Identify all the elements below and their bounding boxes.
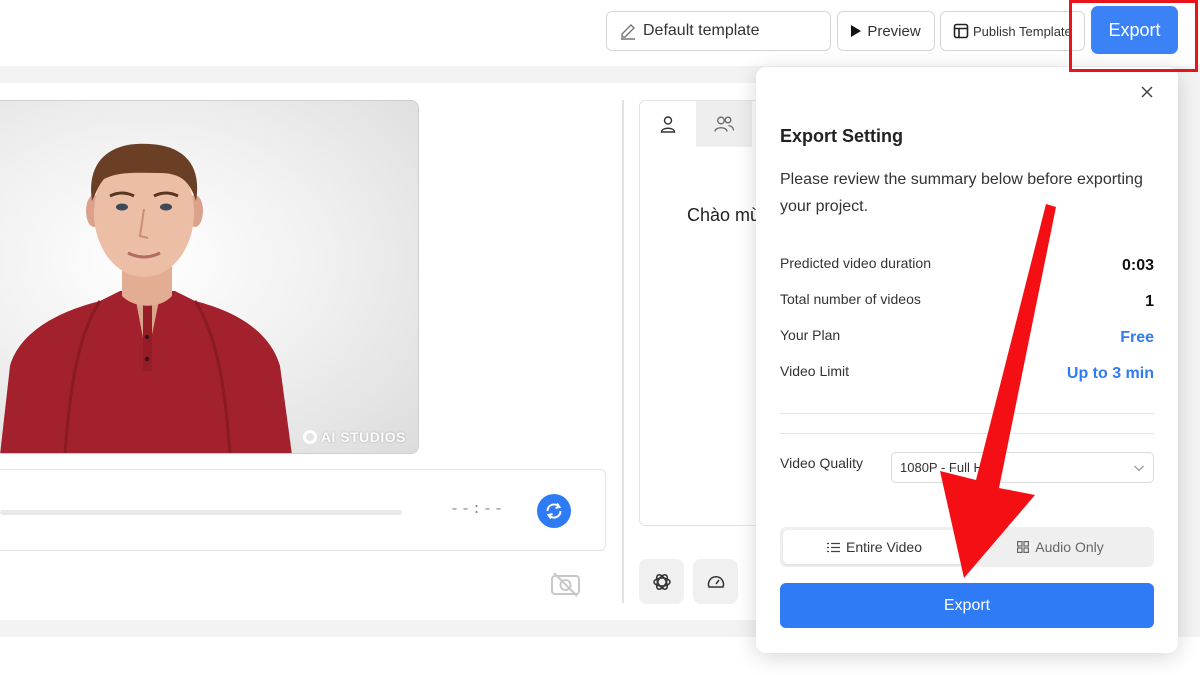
- divider: [780, 433, 1154, 434]
- pencil-icon: [621, 24, 635, 40]
- preview-label: Preview: [867, 22, 921, 40]
- divider: [780, 413, 1154, 414]
- speedometer-icon: [707, 575, 724, 588]
- openai-icon: [652, 573, 671, 590]
- export-confirm-label: Export: [943, 596, 991, 614]
- summary-label: Video Limit: [780, 363, 850, 379]
- export-top-label: Export: [1108, 19, 1161, 40]
- watermark-text: AI STUDIOS: [320, 429, 406, 445]
- video-quality-label: Video Quality: [780, 455, 864, 471]
- summary-row-duration: Predicted video duration 0:03: [780, 255, 1154, 281]
- publish-template-button[interactable]: Publish Template: [940, 11, 1085, 51]
- ai-studios-watermark: AI STUDIOS: [302, 429, 406, 445]
- modal-title: Export Setting: [780, 126, 904, 146]
- option-audio-only[interactable]: Audio Only: [969, 530, 1152, 564]
- studio-logo-icon: [302, 430, 317, 444]
- script-panel: Chào mừ: [639, 100, 769, 526]
- tab-single-avatar[interactable]: [640, 101, 696, 147]
- list-icon: [826, 542, 840, 552]
- video-limit-link[interactable]: Up to 3 min: [1067, 365, 1154, 383]
- summary-label: Predicted video duration: [780, 255, 931, 271]
- option-entire-video[interactable]: Entire Video: [783, 530, 966, 564]
- export-confirm-button[interactable]: Export: [780, 583, 1154, 628]
- export-scope-toggle: Entire Video Audio Only: [780, 527, 1154, 567]
- layout-icon: [953, 23, 969, 39]
- refresh-button[interactable]: [537, 494, 571, 528]
- grid-icon: [1017, 541, 1030, 553]
- video-quality-select[interactable]: 1080P - Full HD: [891, 452, 1154, 483]
- close-button[interactable]: [1138, 83, 1156, 101]
- panel-divider: [622, 100, 624, 603]
- summary-row-video-count: Total number of videos 1: [780, 291, 1154, 317]
- summary-value: 0:03: [1121, 257, 1154, 274]
- playback-timeline: --:--: [0, 469, 606, 551]
- summary-label: Total number of videos: [780, 291, 921, 307]
- template-name-text: Default template: [643, 22, 760, 39]
- summary-label: Your Plan: [780, 327, 841, 343]
- speed-button[interactable]: [693, 559, 738, 604]
- tab-multi-avatar[interactable]: [696, 101, 752, 147]
- time-display: --:--: [450, 501, 506, 518]
- video-preview[interactable]: AI STUDIOS: [0, 100, 419, 454]
- summary-value: 1: [1145, 293, 1154, 310]
- export-settings-modal: Export Setting Please review the summary…: [756, 67, 1178, 653]
- preview-button[interactable]: Preview: [837, 11, 935, 51]
- users-icon: [714, 116, 735, 132]
- camera-off-icon: [551, 572, 580, 597]
- option-label: Audio Only: [1035, 539, 1104, 555]
- user-icon: [660, 116, 676, 133]
- close-icon: [1141, 86, 1153, 98]
- video-quality-value: 1080P - Full HD: [900, 460, 993, 475]
- option-label: Entire Video: [845, 539, 922, 555]
- plan-link[interactable]: Free: [1120, 329, 1154, 347]
- avatar-presenter: [0, 143, 292, 453]
- chevron-down-icon: [1134, 465, 1144, 472]
- summary-row-video-limit: Video Limit Up to 3 min: [780, 363, 1154, 389]
- summary-row-plan: Your Plan Free: [780, 327, 1154, 353]
- progress-track[interactable]: [0, 510, 402, 515]
- publish-template-label: Publish Template: [973, 23, 1072, 39]
- play-icon: [851, 25, 862, 37]
- script-text[interactable]: Chào mừ: [687, 205, 762, 226]
- refresh-icon: [546, 502, 562, 520]
- camera-off-button[interactable]: [550, 570, 581, 603]
- template-name-field[interactable]: Default template: [606, 11, 831, 51]
- ai-assist-button[interactable]: [639, 559, 684, 604]
- top-bar: Default template Preview Publish Templat…: [0, 0, 1200, 66]
- modal-description: Please review the summary below before e…: [780, 171, 1143, 215]
- export-button-top[interactable]: Export: [1091, 6, 1178, 54]
